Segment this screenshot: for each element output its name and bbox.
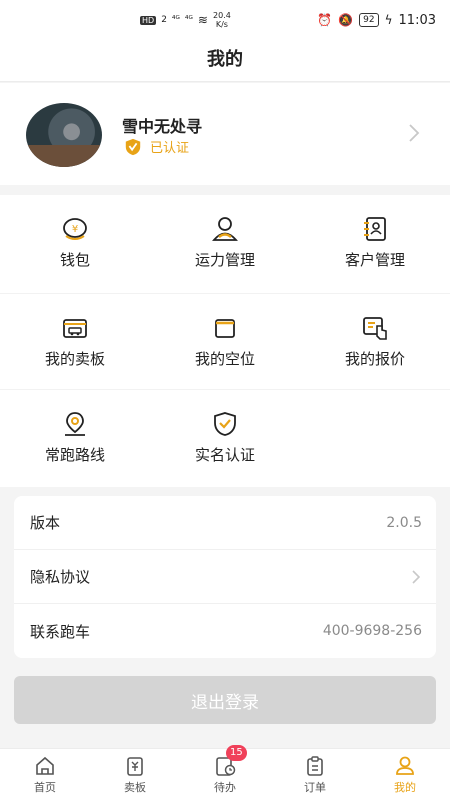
tab-profile[interactable]: 我的 [360,749,450,800]
privacy-row[interactable]: 隐私协议 [14,550,436,604]
settings-list: 版本 2.0.5 隐私协议 联系跑车 400-9698-256 [14,496,436,658]
alarm-icon: ⏰ [317,13,333,27]
tab-label: 卖板 [124,781,146,794]
bottom-tab-bar: 首页 卖板 待办 15 订单 我的 [0,745,450,800]
sell-icon [127,757,143,776]
profile-icon [396,756,414,775]
verified-badge-icon [125,138,141,155]
tab-todo[interactable]: 待办 15 [180,745,270,800]
grid-item-routes[interactable]: 常跑路线 [0,390,150,486]
avatar[interactable] [26,103,102,167]
status-right: ⏰ 🔕 92 ϟ 11:03 [317,13,436,28]
tab-home[interactable]: 首页 [0,749,90,800]
todo-count-badge: 15 [226,745,247,761]
status-indicators: HD 2 ⁴ᴳ ⁴ᴳ ≋ 20.4 K/s [140,11,231,29]
charging-icon: ϟ [384,13,393,27]
signal-icon: ⁴ᴳ [171,15,180,25]
tab-sell[interactable]: 卖板 [90,749,180,800]
grid-item-label: 我的卖板 [44,350,105,368]
verified-badge: 已认证 [124,137,190,156]
profile-card[interactable]: 雪中无处寻 已认证 [0,83,450,185]
logout-button[interactable]: 退出登录 [14,676,436,724]
tab-label: 首页 [34,781,56,794]
version-value: 2.0.5 [386,514,422,531]
grid-item-customers[interactable]: 客户管理 [300,195,450,291]
privacy-label: 隐私协议 [30,568,91,586]
grid-item-capacity[interactable]: 运力管理 [150,195,300,291]
wallet-icon: ¥ [63,218,87,240]
grid-item-real-name[interactable]: 实名认证 [150,390,300,486]
grid-item-my-sales[interactable]: 我的卖板 [0,294,150,390]
user-name: 雪中无处寻 [122,117,203,136]
tab-orders[interactable]: 订单 [270,749,360,800]
shield-check-icon [214,412,236,436]
contact-label: 联系跑车 [30,622,91,641]
svg-text:¥: ¥ [72,224,78,235]
grid-item-label: 钱包 [59,251,90,269]
grid-item-label: 运力管理 [194,251,255,269]
network-speed: 20.4 K/s [212,11,231,29]
avatar-photo [26,145,102,167]
grid-item-my-slots[interactable]: 我的空位 [150,294,300,390]
grid-row: ¥ 钱包 运力管理 客户管理 [0,195,450,291]
hd-badge: HD [140,15,157,25]
grid-item-my-quotes[interactable]: 我的报价 [300,294,450,390]
contact-phone: 400-9698-256 [322,623,422,639]
clock: 11:03 [398,12,436,28]
grid-item-label: 常跑路线 [44,446,105,464]
version-row[interactable]: 版本 2.0.5 [14,496,436,550]
version-label: 版本 [30,514,61,532]
location-pin-icon [65,412,85,436]
chevron-right-icon [412,569,421,584]
home-icon [36,756,54,775]
chevron-right-icon[interactable] [406,121,422,145]
tab-label: 待办 [214,781,236,794]
signal-icon: ⁴ᴳ [184,15,193,25]
mute-icon: 🔕 [338,13,354,27]
page-title: 我的 [0,40,450,82]
feature-grid: ¥ 钱包 运力管理 客户管理 我的卖板 我的空位 我的报价 常跑路线 实名认证 [0,195,450,487]
wifi-icon: ≋ [197,13,208,27]
wallet-slot-icon [215,319,235,338]
sim-indicator: 2 [161,15,167,25]
grid-item-wallet[interactable]: ¥ 钱包 [0,195,150,291]
driver-icon [212,217,238,241]
tab-label: 订单 [304,781,326,794]
truck-card-icon [63,319,87,338]
contacts-icon [364,217,386,241]
status-bar: HD 2 ⁴ᴳ ⁴ᴳ ≋ 20.4 K/s ⏰ 🔕 92 ϟ 11:03 [0,0,450,40]
order-icon [307,756,323,776]
grid-item-label: 我的报价 [344,350,405,368]
grid-item-label: 我的空位 [194,350,255,368]
battery-indicator: 92 [359,13,379,27]
grid-row: 常跑路线 实名认证 [0,389,450,485]
grid-item-label: 客户管理 [344,251,405,269]
quote-hand-icon [363,317,387,340]
tab-label: 我的 [394,781,416,794]
contact-row[interactable]: 联系跑车 400-9698-256 [14,604,436,658]
grid-item-label: 实名认证 [194,446,255,464]
verified-label: 已认证 [150,141,190,156]
grid-row: 我的卖板 我的空位 我的报价 [0,293,450,389]
